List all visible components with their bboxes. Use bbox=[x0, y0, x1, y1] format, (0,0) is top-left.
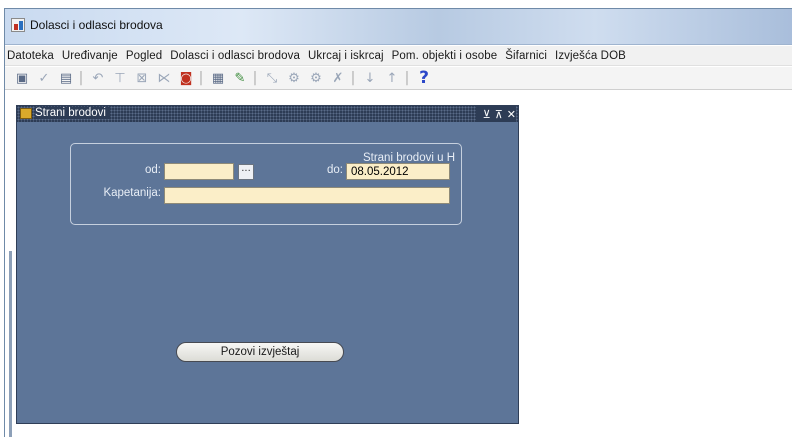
execute-query-icon[interactable]: ⊠ bbox=[133, 69, 151, 87]
help-icon[interactable]: ? bbox=[415, 68, 433, 88]
clear-icon[interactable]: ⤡ bbox=[263, 69, 281, 87]
app-icon bbox=[11, 18, 25, 32]
previous-icon[interactable]: ↑ bbox=[383, 69, 401, 87]
menu-datoteka[interactable]: Datoteka bbox=[7, 50, 54, 62]
toolbar-separator: | bbox=[404, 70, 410, 86]
commit-icon[interactable]: ✓ bbox=[35, 69, 53, 87]
mdi-left-edge bbox=[5, 91, 15, 437]
window-title: Dolasci i odlasci brodova bbox=[30, 18, 163, 32]
form-window-controls: ⊻ ⊼ ✕ bbox=[475, 106, 516, 122]
form-window-icon bbox=[20, 108, 32, 119]
delete-record-icon[interactable]: ⚙ bbox=[307, 69, 325, 87]
menu-dolasci-odlasci[interactable]: Dolasci i odlasci brodova bbox=[170, 50, 300, 62]
strani-brodovi-form: Strani brodovi ⊻ ⊼ ✕ Strani brodovi u H … bbox=[16, 105, 519, 424]
duplicate-icon[interactable]: ⚙ bbox=[285, 69, 303, 87]
delete-all-icon[interactable]: ✗ bbox=[329, 69, 347, 87]
parameters-group: Strani brodovi u H bbox=[70, 143, 462, 225]
od-label: od: bbox=[145, 164, 161, 176]
do-field[interactable] bbox=[346, 163, 450, 180]
edit-icon[interactable]: ✎ bbox=[231, 69, 249, 87]
pozovi-izvjestaj-button[interactable]: Pozovi izvještaj bbox=[176, 342, 344, 362]
enter-query-icon[interactable]: ⊤ bbox=[111, 69, 129, 87]
toolbar-separator: | bbox=[252, 70, 258, 86]
kapetanija-field[interactable] bbox=[164, 187, 450, 204]
do-label: do: bbox=[327, 164, 343, 176]
menu-uredivanje[interactable]: Uređivanje bbox=[62, 50, 118, 62]
save-icon[interactable]: ▣ bbox=[13, 69, 31, 87]
undo-icon[interactable]: ↶ bbox=[89, 69, 107, 87]
print-icon[interactable]: ▤ bbox=[57, 69, 75, 87]
list-icon[interactable]: ▦ bbox=[209, 69, 227, 87]
toolbar-separator: | bbox=[350, 70, 356, 86]
od-lov-button[interactable]: ··· bbox=[238, 164, 254, 180]
toolbar-separator: | bbox=[198, 70, 204, 86]
window-titlebar[interactable]: Dolasci i odlasci brodova bbox=[5, 9, 792, 45]
toolbar-separator: | bbox=[78, 70, 84, 86]
menu-izvjesca[interactable]: Izvješća DOB bbox=[555, 50, 626, 62]
form-icon[interactable]: ◙ bbox=[177, 69, 195, 87]
menu-ukrcaj-iskrcaj[interactable]: Ukrcaj i iskrcaj bbox=[308, 50, 384, 62]
menu-pom-objekti[interactable]: Pom. objekti i osobe bbox=[392, 50, 498, 62]
menu-sifarnici[interactable]: Šifarnici bbox=[505, 50, 547, 62]
form-titlebar[interactable]: Strani brodovi ⊻ ⊼ ✕ bbox=[17, 106, 518, 122]
cancel-query-icon[interactable]: ⋉ bbox=[155, 69, 173, 87]
menu-pogled[interactable]: Pogled bbox=[126, 50, 162, 62]
kapetanija-label: Kapetanija: bbox=[103, 187, 161, 199]
next-icon[interactable]: ↓ bbox=[361, 69, 379, 87]
close-icon[interactable]: ✕ bbox=[507, 108, 516, 121]
toolbar: ▣ ✓ ▤ | ↶ ⊤ ⊠ ⋉ ◙ | ▦ ✎ | ⤡ ⚙ ⚙ ✗ | ↓ ↑ … bbox=[5, 67, 792, 90]
form-title: Strani brodovi bbox=[35, 107, 110, 119]
od-field[interactable] bbox=[164, 163, 234, 180]
minimize-icon[interactable]: ⊻ bbox=[483, 108, 491, 121]
maximize-icon[interactable]: ⊼ bbox=[495, 108, 503, 121]
menubar: Datoteka Uređivanje Pogled Dolasci i odl… bbox=[5, 46, 792, 66]
